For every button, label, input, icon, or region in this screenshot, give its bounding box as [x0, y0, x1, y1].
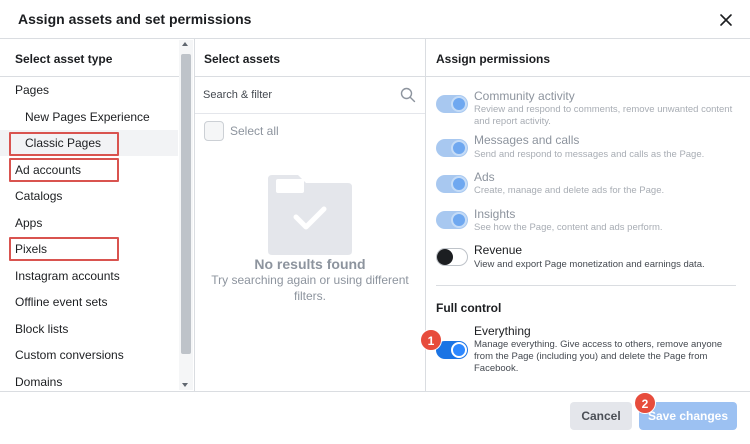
asset-type-block-lists[interactable]: Block lists	[0, 316, 178, 342]
scroll-down-arrow-icon[interactable]	[182, 383, 188, 387]
no-results-title: No results found	[254, 256, 366, 272]
search-divider	[195, 113, 425, 114]
footer-divider	[0, 391, 750, 392]
select-assets-header: Select assets	[204, 52, 281, 66]
asset-type-scrollbar[interactable]	[179, 40, 193, 390]
toggle-knob	[451, 140, 467, 156]
permission-description: See how the Page, content and ads perfor…	[474, 222, 663, 233]
permission-description: Manage everything. Give access to others…	[474, 339, 723, 374]
asset-search-input[interactable]	[203, 85, 388, 105]
messages-and-calls-toggle[interactable]	[436, 139, 468, 157]
permission-description: Create, manage and delete ads for the Pa…	[474, 185, 665, 196]
close-icon-glyph	[720, 14, 732, 26]
asset-type-classic-pages[interactable]: Classic Pages	[0, 130, 178, 156]
asset-type-ad-accounts[interactable]: Ad accounts	[0, 157, 178, 183]
dialog-title: Assign assets and set permissions	[18, 11, 252, 27]
empty-folder-icon	[268, 175, 352, 255]
select-all-checkbox[interactable]	[204, 121, 224, 141]
permission-description: Send and respond to messages and calls a…	[474, 149, 705, 160]
asset-type-custom-conversions[interactable]: Custom conversions	[0, 342, 178, 368]
community-activity-toggle[interactable]	[436, 95, 468, 113]
insights-toggle[interactable]	[436, 211, 468, 229]
permission-title: Insights	[474, 207, 516, 221]
assign-permissions-header: Assign permissions	[436, 52, 551, 66]
full-control-label: Full control	[436, 301, 502, 315]
asset-type-header: Select asset type	[15, 52, 113, 66]
no-results-subtitle: Try searching again or using different f…	[211, 273, 409, 303]
step-badge-2: 2	[634, 392, 656, 414]
permission-description: View and export Page monetization and ea…	[474, 259, 705, 270]
permission-title: Ads	[474, 170, 495, 184]
asset-type-instagram-accounts[interactable]: Instagram accounts	[0, 263, 178, 289]
search-icon[interactable]	[400, 87, 416, 103]
asset-type-pixels[interactable]: Pixels	[0, 236, 178, 262]
asset-type-pages[interactable]: Pages	[0, 77, 178, 103]
scroll-thumb[interactable]	[181, 54, 191, 354]
asset-type-offline-event-sets[interactable]: Offline event sets	[0, 289, 178, 315]
permissions-header-line	[426, 76, 750, 77]
asset-type-catalogs[interactable]: Catalogs	[0, 183, 178, 209]
asset-type-new-pages-experience[interactable]: New Pages Experience	[0, 104, 178, 130]
header-divider	[0, 38, 750, 39]
permission-title: Revenue	[474, 243, 523, 257]
permission-description: Review and respond to comments, remove u…	[474, 104, 733, 127]
asset-search-row	[195, 77, 425, 113]
dialog-header: Assign assets and set permissions	[0, 0, 750, 38]
cancel-button[interactable]: Cancel	[570, 402, 632, 430]
toggle-knob	[451, 342, 467, 358]
permission-title: Messages and calls	[474, 133, 580, 147]
assign-assets-dialog: Assign assets and set permissions Select…	[0, 0, 750, 444]
asset-type-list: Pages New Pages Experience Classic Pages…	[0, 77, 178, 391]
asset-type-apps[interactable]: Apps	[0, 210, 178, 236]
permission-title: Everything	[474, 324, 531, 338]
full-control-separator	[436, 285, 736, 286]
toggle-knob	[451, 96, 467, 112]
toggle-knob	[437, 249, 453, 265]
step-badge-1: 1	[420, 329, 442, 351]
toggle-knob	[451, 176, 467, 192]
ads-toggle[interactable]	[436, 175, 468, 193]
toggle-knob	[451, 212, 467, 228]
permission-title: Community activity	[474, 89, 575, 103]
close-icon[interactable]	[716, 10, 736, 30]
asset-type-domains[interactable]: Domains	[0, 369, 178, 391]
select-all-label: Select all	[230, 124, 279, 138]
revenue-toggle[interactable]	[436, 248, 468, 266]
scroll-up-arrow-icon[interactable]	[182, 42, 188, 46]
